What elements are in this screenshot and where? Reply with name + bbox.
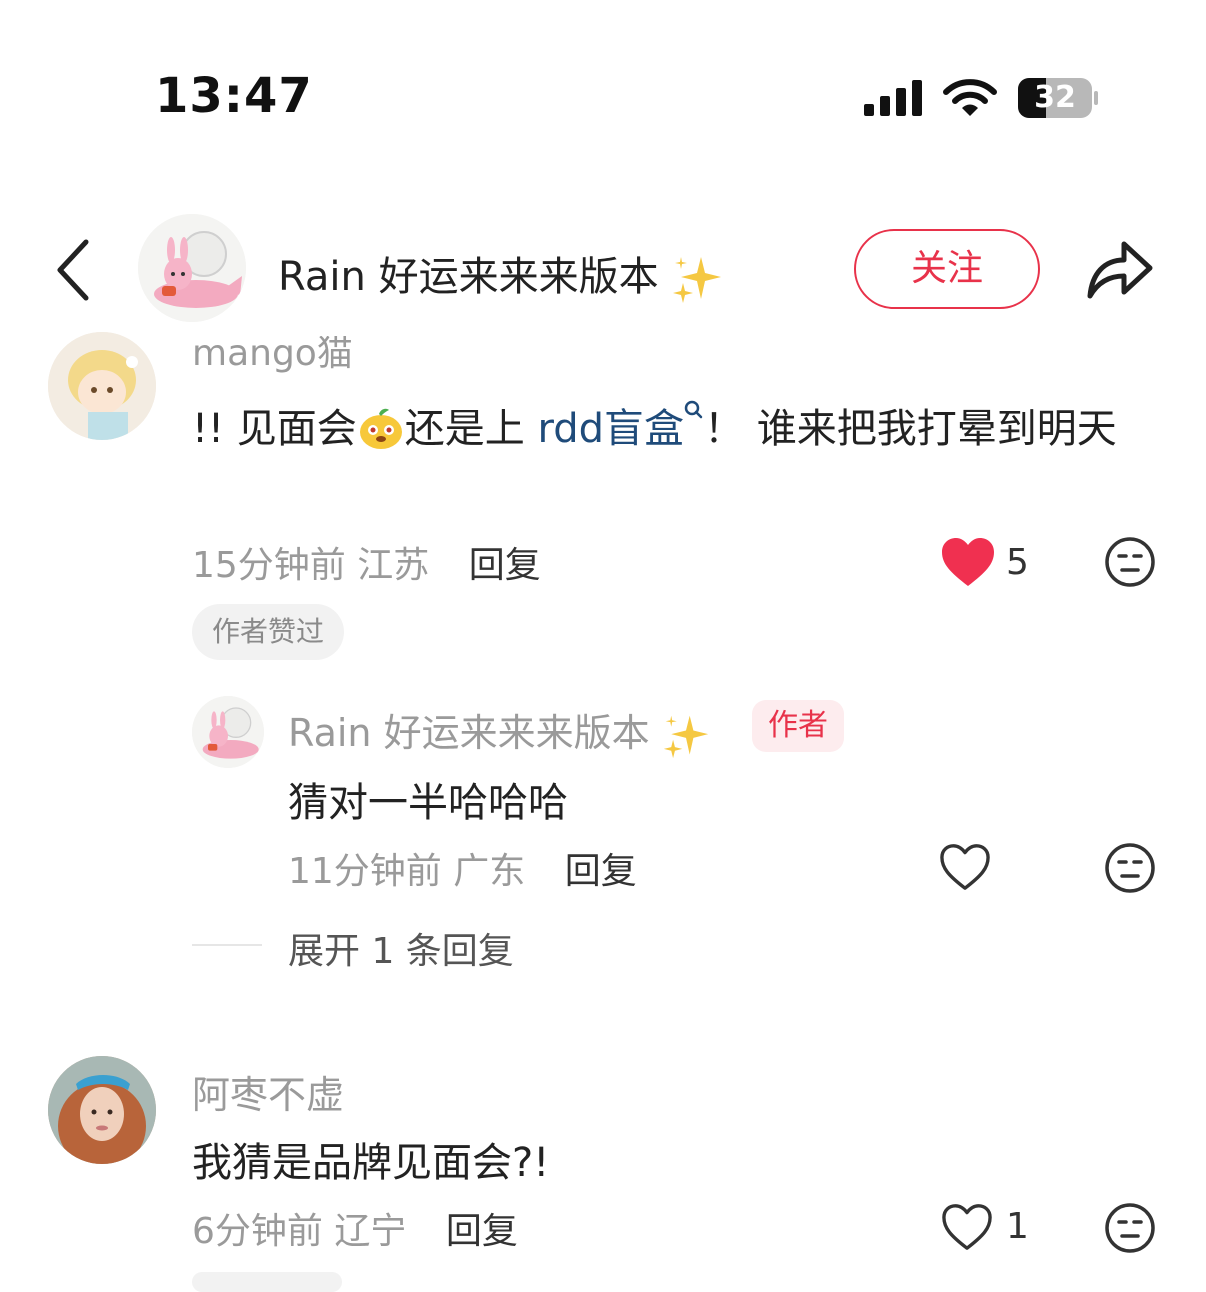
like-count: 1 [1006, 1206, 1029, 1247]
signal-icon [864, 80, 922, 116]
share-icon[interactable] [1084, 236, 1154, 300]
header-avatar[interactable] [138, 214, 246, 322]
back-chevron-icon[interactable] [52, 238, 96, 302]
author-liked-badge [192, 1272, 342, 1292]
comment-text: 我猜是品牌见面会?! [192, 1140, 550, 1186]
reply-button[interactable]: 回复 [446, 1211, 518, 1252]
follow-button[interactable]: 关注 [854, 229, 1040, 309]
comment-meta: 15分钟前 江苏 回复 [192, 545, 541, 586]
neutral-face-icon[interactable] [1104, 842, 1156, 894]
header-username[interactable]: Rain 好运来来来版本 [278, 244, 723, 305]
bunny-avatar-icon [138, 214, 246, 322]
like-count: 5 [1006, 542, 1029, 583]
search-icon [684, 400, 703, 419]
sparkle-icon [673, 257, 722, 303]
search-link[interactable]: rdd盲盒 [538, 400, 705, 452]
expand-replies-button[interactable]: 展开 1 条回复 [288, 922, 514, 974]
neutral-face-icon[interactable] [1104, 536, 1156, 588]
sparkle-icon [663, 715, 708, 758]
author-liked-badge: 作者赞过 [192, 604, 345, 660]
wifi-icon [943, 79, 997, 116]
heart-icon[interactable] [938, 842, 992, 892]
heart-icon[interactable] [940, 536, 996, 588]
mascot-emoji-icon [359, 408, 402, 449]
comment-meta: 6分钟前 辽宁 回复 [192, 1211, 518, 1252]
comment-avatar[interactable] [48, 332, 156, 440]
comment-username[interactable]: mango猫 [192, 336, 353, 376]
anime-avatar-icon [48, 332, 156, 440]
neutral-face-icon[interactable] [1104, 1202, 1156, 1254]
reply-avatar[interactable] [192, 696, 264, 768]
comment-text: !! 见面会 还是上 rdd盲盒！ 谁来把我打晕到明天 [192, 396, 1152, 462]
author-tag: 作者 [752, 700, 844, 752]
reply-username[interactable]: Rain 好运来来来版本 [288, 702, 710, 760]
photo-avatar-icon [48, 1056, 156, 1164]
reply-button[interactable]: 回复 [469, 545, 541, 586]
battery-level: 32 [1034, 80, 1076, 115]
reply-meta: 11分钟前 广东 回复 [288, 851, 637, 892]
bunny-avatar-icon [192, 696, 264, 768]
heart-icon[interactable] [940, 1202, 994, 1252]
comment-username[interactable]: 阿枣不虚 [192, 1064, 344, 1119]
comment-avatar[interactable] [48, 1056, 156, 1164]
status-time: 13:47 [155, 68, 313, 124]
reply-text: 猜对一半哈哈哈 [288, 780, 568, 826]
reply-button[interactable]: 回复 [565, 851, 637, 892]
expand-divider [192, 944, 262, 946]
